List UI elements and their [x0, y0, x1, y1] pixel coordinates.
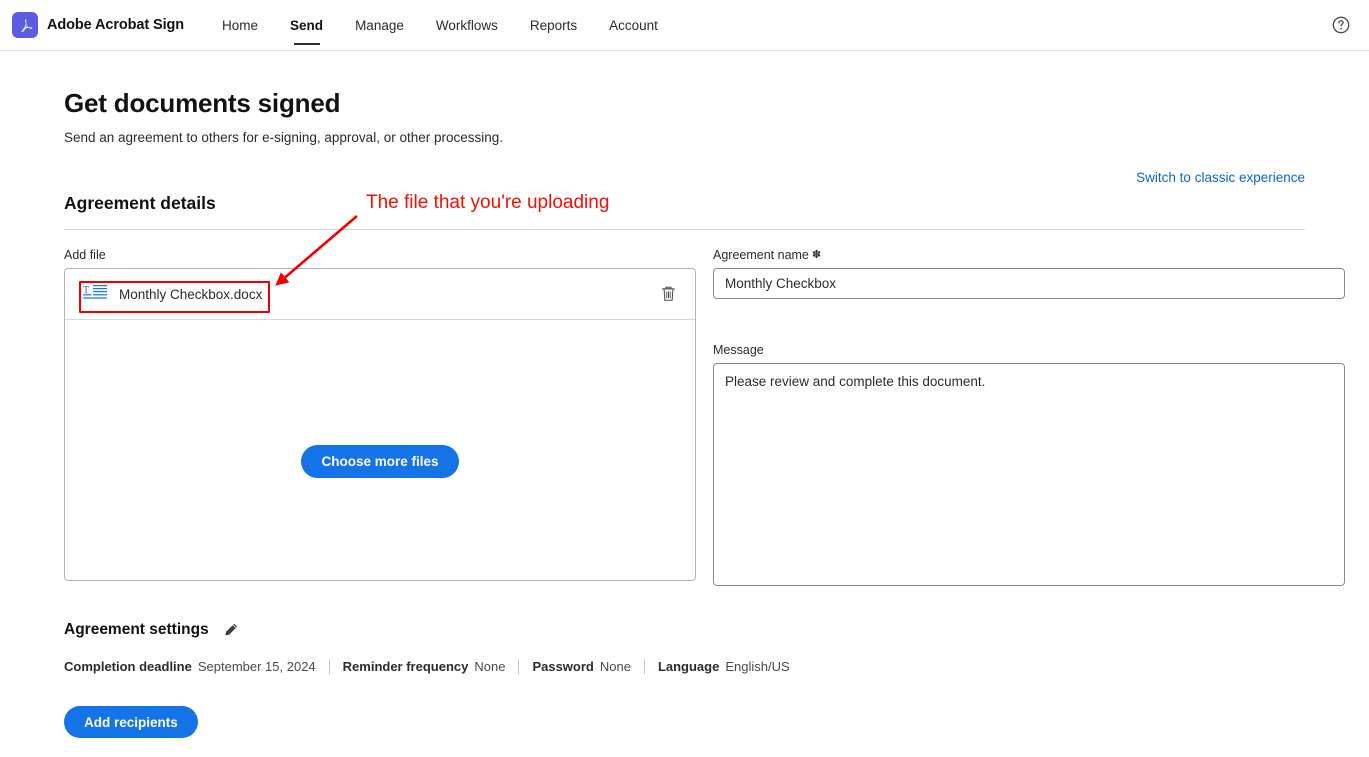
- column-agreement-fields: Agreement name✽ Message: [713, 248, 1345, 591]
- choose-more-files-button[interactable]: Choose more files: [301, 445, 459, 478]
- setting-key: Password: [532, 659, 594, 674]
- agreement-settings-title: Agreement settings: [64, 621, 209, 638]
- brand-name: Adobe Acrobat Sign: [47, 17, 185, 33]
- agreement-name-input[interactable]: [713, 268, 1345, 299]
- add-file-label: Add file: [64, 248, 106, 262]
- choose-more-files-container: Choose more files: [65, 445, 695, 478]
- section-divider: [64, 229, 1305, 230]
- page-title: Get documents signed: [64, 88, 341, 118]
- agreement-settings-header: Agreement settings: [64, 621, 1305, 639]
- text-document-icon: T: [83, 284, 107, 304]
- add-recipients-container: Add recipients: [64, 706, 1305, 738]
- setting-completion-deadline: Completion deadline September 15, 2024: [64, 659, 316, 674]
- setting-password: Password None: [532, 659, 631, 674]
- setting-value: None: [474, 659, 506, 674]
- agreement-name-block: Agreement name ✽: [713, 248, 1345, 299]
- required-asterisk-icon: ✽: [811, 249, 822, 261]
- nav-item-send[interactable]: Send: [274, 0, 339, 51]
- pencil-icon[interactable]: [222, 621, 240, 639]
- setting-divider: [518, 659, 520, 674]
- page-subtitle: Send an agreement to others for e-signin…: [64, 130, 504, 145]
- nav-item-home[interactable]: Home: [206, 0, 274, 51]
- setting-key: Language: [657, 659, 720, 674]
- add-recipients-button[interactable]: Add recipients: [64, 706, 198, 738]
- section-title-agreement-details: Agreement details: [64, 193, 216, 213]
- trash-icon[interactable]: [657, 283, 679, 305]
- setting-reminder-frequency: Reminder frequency None: [343, 659, 506, 674]
- setting-divider: [643, 659, 645, 674]
- setting-value: September 15, 2024: [197, 659, 316, 674]
- message-label: Message: [713, 343, 764, 357]
- brand: Adobe Acrobat Sign: [12, 12, 184, 38]
- page-body: Get documents signed Send an agreement t…: [0, 88, 1369, 738]
- setting-key: Reminder frequency: [342, 659, 469, 674]
- agreement-settings-summary: Completion deadline September 15, 2024 R…: [64, 659, 1305, 674]
- nav-item-reports[interactable]: Reports: [514, 0, 593, 51]
- nav-item-account[interactable]: Account: [593, 0, 674, 51]
- column-add-file: Add file T Monthly Checkbox.docx Choose …: [64, 248, 696, 591]
- file-name-label: Monthly Checkbox.docx: [119, 286, 263, 302]
- setting-value: English/US: [725, 659, 790, 674]
- setting-key: Completion deadline: [64, 659, 192, 674]
- nav-item-manage[interactable]: Manage: [339, 0, 420, 51]
- file-item-content: T Monthly Checkbox.docx: [83, 284, 262, 304]
- agreement-name-label-text: Agreement name: [713, 248, 809, 262]
- form-columns: Add file T Monthly Checkbox.docx Choose …: [64, 248, 1345, 591]
- help-circle-icon[interactable]: [1330, 14, 1352, 36]
- message-block: Message: [713, 343, 1345, 591]
- agreement-name-label: Agreement name ✽: [713, 248, 1345, 262]
- setting-divider: [328, 659, 330, 674]
- main-nav: Home Send Manage Workflows Reports Accou…: [206, 0, 674, 51]
- file-dropzone[interactable]: T Monthly Checkbox.docx Choose more file…: [64, 268, 696, 581]
- adobe-acrobat-logo-icon: [12, 12, 38, 38]
- top-navigation-bar: Adobe Acrobat Sign Home Send Manage Work…: [0, 0, 1369, 51]
- message-textarea[interactable]: [713, 363, 1345, 586]
- nav-item-workflows[interactable]: Workflows: [420, 0, 514, 51]
- file-list-item[interactable]: T Monthly Checkbox.docx: [65, 269, 695, 320]
- setting-language: Language English/US: [658, 659, 790, 674]
- switch-to-classic-experience-link[interactable]: Switch to classic experience: [1136, 170, 1305, 185]
- setting-value: None: [599, 659, 631, 674]
